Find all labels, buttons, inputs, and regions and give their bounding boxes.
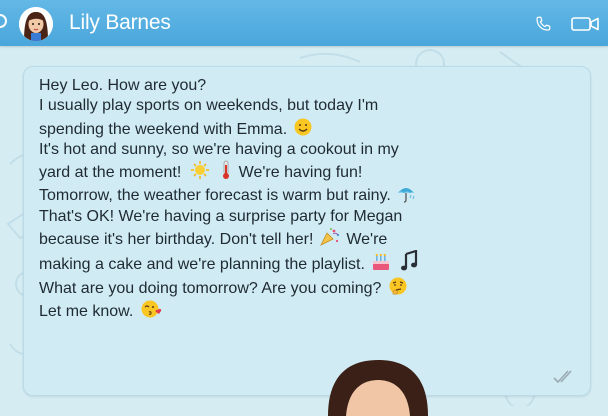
message-line: That's OK! We're having a surprise party… <box>39 207 579 227</box>
message-line: Tomorrow, the weather forecast is warm b… <box>39 183 579 206</box>
kiss-emoji <box>141 300 161 318</box>
message-line-text: because it's her birthday. Don't tell he… <box>39 231 314 249</box>
message-line-text: Let me know. <box>39 302 134 320</box>
music-note-emoji <box>400 250 417 271</box>
message-line: yard at the moment! We're having fun! <box>39 160 579 183</box>
message-line: making a cake and we're planning the pla… <box>39 250 579 275</box>
message-line-text: It's hot and sunny, so we're having a co… <box>39 140 399 158</box>
message-line-text: spending the weekend with Emma. <box>39 120 288 138</box>
thermometer-emoji <box>223 160 230 180</box>
message-line-text: We're having fun! <box>238 164 363 182</box>
message-line-text: We're <box>346 231 388 249</box>
shared-photo <box>328 360 428 416</box>
read-receipt-icon <box>553 370 572 384</box>
message-line-text: making a cake and we're planning the pla… <box>39 256 365 274</box>
message-line-text: I usually play sports on weekends, but t… <box>39 97 379 115</box>
message-line: Let me know. <box>39 299 579 322</box>
message-line: because it's her birthday. Don't tell he… <box>39 227 579 250</box>
message-line-text: yard at the moment! <box>39 164 182 182</box>
message-line-text: That's OK! We're having a surprise party… <box>39 207 403 225</box>
message-line-text: Hey Leo. How are you? <box>39 77 207 94</box>
cake-emoji <box>373 254 390 271</box>
message-line: spending the weekend with Emma. <box>39 117 579 140</box>
message-line: It's hot and sunny, so we're having a co… <box>39 140 579 160</box>
video-call-icon[interactable] <box>571 16 601 32</box>
message-bubble[interactable]: Hey Leo. How are you? I usually play spo… <box>23 66 591 396</box>
message-line: What are you doing tomorrow? Are you com… <box>39 276 579 299</box>
avatar[interactable] <box>19 7 53 41</box>
sun-emoji <box>190 161 209 180</box>
chat-header: Lily Barnes <box>0 0 608 46</box>
thinking-emoji <box>389 277 407 295</box>
message-text: Hey Leo. How are you? I usually play spo… <box>39 76 579 322</box>
message-line: Hey Leo. How are you? <box>39 76 579 96</box>
message-line-text: What are you doing tomorrow? Are you com… <box>39 279 382 297</box>
message-line: I usually play sports on weekends, but t… <box>39 96 579 116</box>
smile-emoji <box>294 118 312 136</box>
umbrella-emoji <box>398 188 415 204</box>
contact-name[interactable]: Lily Barnes <box>69 11 171 35</box>
message-line-text: Tomorrow, the weather forecast is warm b… <box>39 187 391 205</box>
back-icon[interactable] <box>0 14 7 28</box>
phone-icon[interactable] <box>534 15 552 33</box>
party-popper-emoji <box>319 228 340 246</box>
